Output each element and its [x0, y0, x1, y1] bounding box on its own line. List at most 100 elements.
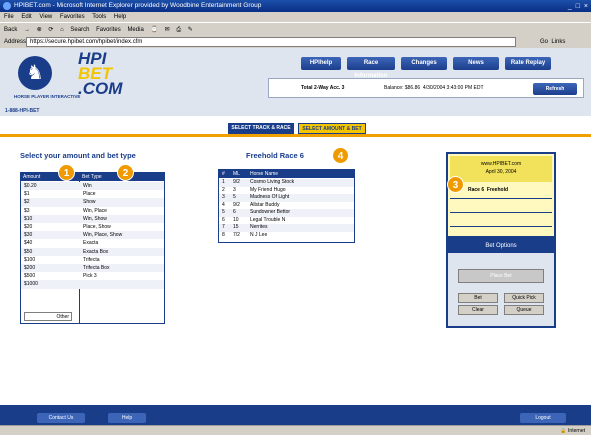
amount-value[interactable]: $500 — [24, 272, 35, 280]
morning-line-odds: 6 — [233, 209, 236, 215]
race-entry-row[interactable]: 7 15 Nerrites — [219, 224, 354, 232]
bet-type-value[interactable]: Win, Place, Show — [83, 231, 122, 239]
media-button[interactable]: Media — [127, 27, 143, 33]
print-icon[interactable]: ⎙ — [176, 27, 181, 33]
step-select-amount[interactable]: SELECT AMOUNT & BET — [298, 123, 366, 134]
race-entry-row[interactable]: 6 10 Legal Trouble N — [219, 216, 354, 224]
menu-view[interactable]: View — [39, 14, 52, 20]
callout-badge-1: 1 — [58, 164, 75, 181]
amount-row[interactable]: $30 Win, Place, Show — [21, 231, 164, 240]
ticket-date: April 30, 2004 — [485, 169, 517, 175]
refresh-button[interactable]: Refresh — [533, 83, 577, 95]
bet-type-value[interactable]: Trifecta — [83, 256, 99, 264]
amount-value[interactable]: $30 — [24, 231, 32, 239]
bet-type-value[interactable]: Win, Show — [83, 215, 107, 223]
amount-value[interactable]: $10 — [24, 215, 32, 223]
amount-row[interactable]: $500 Pick 3 — [21, 272, 164, 281]
step-select-track[interactable]: SELECT TRACK & RACE — [228, 123, 294, 134]
bet-type-value[interactable]: Win — [83, 182, 92, 190]
account-label: Total 2-Way Acc. 3 — [301, 85, 345, 91]
menu-help[interactable]: Help — [114, 14, 126, 20]
amount-value[interactable]: $3 — [24, 207, 30, 215]
nav-news[interactable]: News — [453, 57, 499, 70]
horse-logo-icon: ♞ — [18, 56, 52, 90]
menu-file[interactable]: File — [4, 14, 14, 20]
amount-row[interactable]: $50 Exacta Box — [21, 247, 164, 256]
amount-row[interactable]: $40 Exacta — [21, 239, 164, 248]
quick-pick-button[interactable]: Quick Pick — [504, 293, 544, 303]
refresh-icon[interactable]: ⟳ — [48, 27, 53, 33]
ticket-track: Freehold — [486, 187, 509, 193]
bet-type-value[interactable]: Place — [83, 190, 96, 198]
race-entry-row[interactable]: 5 6 Sundowner Bettor — [219, 209, 354, 217]
queue-button[interactable]: Queue — [504, 305, 544, 315]
nav-hpihelp[interactable]: HPIhelp — [301, 57, 341, 70]
ie-icon — [3, 2, 11, 10]
logout-button[interactable]: Logout — [520, 413, 566, 423]
ticket-separator — [450, 198, 552, 199]
nav-race-information[interactable]: Race Information — [347, 57, 395, 79]
race-entry-row[interactable]: 1 9/2 Cosmo Living Stock — [219, 179, 354, 187]
contact-us-button[interactable]: Contact Us — [37, 413, 85, 423]
amount-value[interactable]: $20 — [24, 223, 32, 231]
bet-ticket: www.HPIBET.com April 30, 2004 Race 6 Fre… — [446, 152, 556, 238]
go-button[interactable]: Go Links — [540, 36, 565, 48]
bet-type-value[interactable]: Pick 3 — [83, 272, 97, 280]
bet-button[interactable]: Bet — [458, 293, 498, 303]
back-button[interactable]: Back — [4, 27, 17, 33]
morning-line-odds: 10 — [233, 216, 239, 223]
bet-type-value[interactable]: Win, Place — [83, 207, 107, 215]
bet-type-value[interactable]: Trifecta Box — [83, 264, 110, 272]
favorites-button[interactable]: Favorites — [96, 27, 121, 33]
amount-value[interactable]: $50 — [24, 248, 32, 256]
amount-row[interactable]: $100 Trifecta — [21, 255, 164, 264]
race-entries-table: # ML Horse Name 1 9/2 Cosmo Living Stock 2 3… — [218, 169, 355, 243]
amount-row[interactable]: $200 Trifecta Box — [21, 264, 164, 273]
horse-number: 4 — [222, 201, 225, 208]
amount-row[interactable]: $1000 — [21, 280, 164, 289]
amount-value[interactable]: $1000 — [24, 280, 38, 288]
amount-value[interactable]: $100 — [24, 256, 35, 264]
amount-value[interactable]: $1 — [24, 190, 30, 198]
horse-name: Madness Of Light — [250, 194, 290, 200]
race-entry-row[interactable]: 4 9/2 Allstar Buddy — [219, 201, 354, 209]
amount-value[interactable]: $0.20 — [24, 182, 37, 190]
edit-icon[interactable]: ✎ — [188, 27, 193, 33]
race-entry-row[interactable]: 3 5 Madness Of Light — [219, 194, 354, 202]
history-icon[interactable]: ⌚ — [150, 27, 157, 33]
race-entry-row[interactable]: 2 3 My Friend Hugo — [219, 186, 354, 194]
menu-favorites[interactable]: Favorites — [60, 14, 85, 20]
address-input[interactable]: https://secure.hpibet.com/hpibet/index.c… — [26, 37, 516, 47]
help-button[interactable]: Help — [108, 413, 146, 423]
amount-row[interactable]: $20 Place, Show — [21, 223, 164, 232]
amount-value[interactable]: $40 — [24, 239, 32, 247]
amount-value[interactable]: $2 — [24, 198, 30, 206]
mail-icon[interactable]: ✉ — [165, 27, 170, 33]
site-logo[interactable]: HPI BET .COM — [78, 50, 126, 97]
amount-row[interactable]: $2 Show — [21, 198, 164, 207]
amount-row[interactable]: $0.20 Win — [21, 182, 164, 191]
other-amount-input[interactable]: Other — [24, 312, 72, 321]
amount-row[interactable]: $1 Place — [21, 190, 164, 199]
links-label[interactable]: Links — [551, 39, 565, 45]
bet-type-value[interactable]: Show — [83, 198, 96, 206]
bet-type-value[interactable]: Exacta Box — [83, 248, 108, 256]
amount-row[interactable]: $10 Win, Show — [21, 214, 164, 223]
menu-edit[interactable]: Edit — [21, 14, 31, 20]
nav-changes[interactable]: Changes — [401, 57, 447, 70]
bet-type-value[interactable]: Exacta — [83, 239, 98, 247]
amount-row[interactable]: $3 Win, Place — [21, 206, 164, 215]
clear-button[interactable]: Clear — [458, 305, 498, 315]
forward-icon[interactable]: → — [24, 27, 30, 33]
race-table-header: # ML Horse Name — [219, 170, 354, 178]
nav-rate-replay[interactable]: Rate Replay — [505, 57, 551, 70]
morning-line-odds: 9/2 — [233, 201, 240, 208]
place-bet-button[interactable]: Place Bet — [458, 269, 544, 283]
amount-value[interactable]: $200 — [24, 264, 35, 272]
bet-type-value[interactable]: Place, Show — [83, 223, 111, 231]
search-button[interactable]: Search — [70, 27, 89, 33]
home-icon[interactable]: ⌂ — [60, 27, 64, 33]
stop-icon[interactable]: ⊗ — [37, 27, 42, 33]
race-entry-row[interactable]: 8 7/2 N J Lee — [219, 231, 354, 239]
menu-tools[interactable]: Tools — [92, 14, 106, 20]
